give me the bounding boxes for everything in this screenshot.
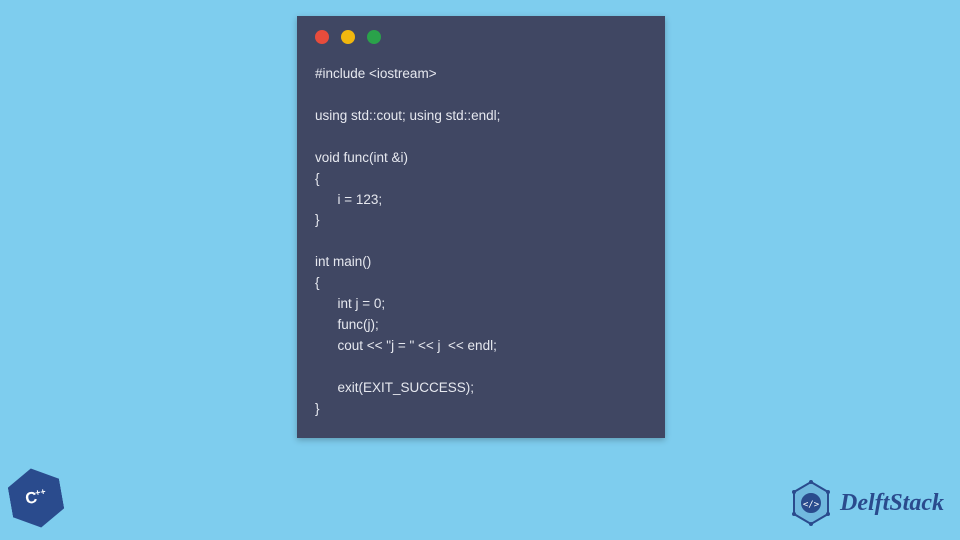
brand-footer: </> DelftStack (788, 480, 944, 526)
brand-name: DelftStack (840, 490, 944, 517)
close-icon (315, 30, 329, 44)
cpp-hexagon-icon: C++ (5, 464, 67, 532)
window-controls (315, 30, 647, 44)
cpp-label: C++ (24, 487, 48, 510)
code-block: #include <iostream> using std::cout; usi… (315, 64, 647, 420)
cpp-language-badge: C++ (10, 468, 70, 532)
code-window: #include <iostream> using std::cout; usi… (297, 16, 665, 438)
minimize-icon (341, 30, 355, 44)
maximize-icon (367, 30, 381, 44)
cpp-plus: ++ (34, 487, 46, 499)
brand-logo-icon: </> (788, 480, 834, 526)
svg-text:</>: </> (803, 500, 820, 510)
